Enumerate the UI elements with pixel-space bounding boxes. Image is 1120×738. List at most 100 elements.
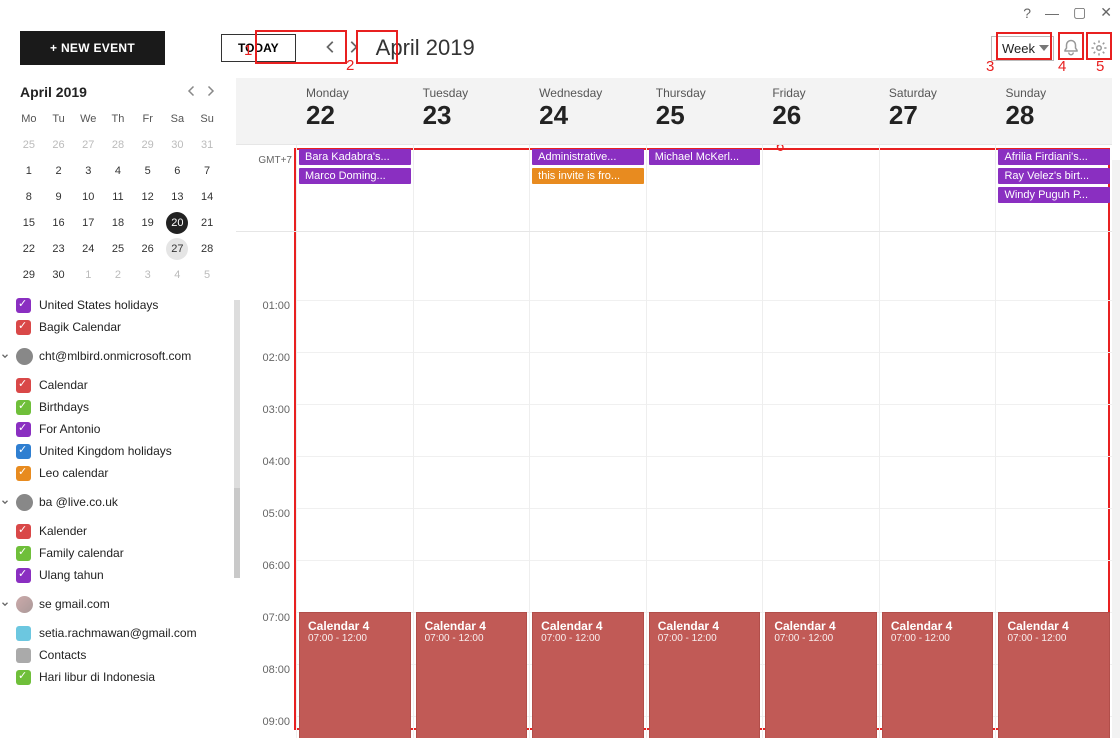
allday-column[interactable]: Bara Kadabra's...Marco Doming...: [296, 145, 413, 231]
day-column[interactable]: Calendar 407:00 - 12:00: [646, 232, 763, 738]
mini-day[interactable]: 17: [73, 210, 103, 236]
mini-day[interactable]: 4: [103, 158, 133, 184]
week-day-header[interactable]: Monday22: [296, 78, 413, 144]
calendar-item[interactable]: Birthdays: [16, 396, 236, 418]
mini-calendar-title[interactable]: April 2019: [20, 84, 87, 100]
mini-day[interactable]: 2: [103, 262, 133, 288]
allday-column[interactable]: Afrilia Firdiani's... Ray Velez's birt...…: [995, 145, 1112, 231]
mini-day[interactable]: 3: [133, 262, 163, 288]
minimize-icon[interactable]: —: [1045, 5, 1059, 21]
calendar-item[interactable]: Ulang tahun: [16, 564, 236, 586]
mini-day[interactable]: 13: [163, 184, 193, 210]
calendar-checkbox[interactable]: [16, 568, 31, 583]
calendar-checkbox[interactable]: [16, 466, 31, 481]
calendar-item[interactable]: Kalender: [16, 520, 236, 542]
mini-day[interactable]: 11: [103, 184, 133, 210]
week-day-header[interactable]: Friday26: [762, 78, 879, 144]
calendar-checkbox[interactable]: [16, 378, 31, 393]
settings-icon[interactable]: [1088, 37, 1110, 59]
mini-day[interactable]: 10: [73, 184, 103, 210]
mini-day[interactable]: 5: [192, 262, 222, 288]
mini-day[interactable]: 4: [163, 262, 193, 288]
calendar-checkbox[interactable]: [16, 524, 31, 539]
mini-day[interactable]: 5: [133, 158, 163, 184]
calendar-item[interactable]: United Kingdom holidays: [16, 440, 236, 462]
mini-day[interactable]: 9: [44, 184, 74, 210]
day-column[interactable]: Calendar 407:00 - 12:00: [296, 232, 413, 738]
day-column[interactable]: Calendar 407:00 - 12:00: [879, 232, 996, 738]
calendar-event-block[interactable]: Calendar 407:00 - 12:00: [649, 612, 761, 738]
mini-day[interactable]: 29: [133, 132, 163, 158]
mini-day[interactable]: 29: [14, 262, 44, 288]
mini-day[interactable]: 12: [133, 184, 163, 210]
mini-day[interactable]: 27: [73, 132, 103, 158]
week-day-header[interactable]: Tuesday23: [413, 78, 530, 144]
calendar-event-block[interactable]: Calendar 407:00 - 12:00: [882, 612, 994, 738]
mini-day[interactable]: 15: [14, 210, 44, 236]
account-header[interactable]: cht@mlbird.onmicrosoft.com: [0, 344, 236, 368]
week-day-header[interactable]: Saturday27: [879, 78, 996, 144]
mini-day[interactable]: 25: [14, 132, 44, 158]
calendar-event-block[interactable]: Calendar 407:00 - 12:00: [765, 612, 877, 738]
week-day-header[interactable]: Sunday28: [995, 78, 1112, 144]
mini-day[interactable]: 2: [44, 158, 74, 184]
allday-column[interactable]: Administrative...this invite is fro...: [529, 145, 646, 231]
day-column[interactable]: Calendar 407:00 - 12:00: [762, 232, 879, 738]
mini-day[interactable]: 8: [14, 184, 44, 210]
mini-day[interactable]: 28: [103, 132, 133, 158]
week-day-header[interactable]: Thursday25: [646, 78, 763, 144]
calendar-item[interactable]: Contacts: [16, 644, 236, 666]
allday-column[interactable]: [879, 145, 996, 231]
day-column[interactable]: Calendar 407:00 - 12:00: [529, 232, 646, 738]
allday-event[interactable]: Ray Velez's birt...: [998, 168, 1110, 184]
help-icon[interactable]: ?: [1023, 5, 1031, 21]
mini-day[interactable]: 1: [73, 262, 103, 288]
allday-event[interactable]: this invite is fro...: [532, 168, 644, 184]
allday-event[interactable]: Bara Kadabra's...: [299, 149, 411, 165]
calendar-checkbox[interactable]: [16, 320, 31, 335]
mini-prev-month[interactable]: [186, 85, 198, 100]
mini-day[interactable]: 1: [14, 158, 44, 184]
next-week-button[interactable]: [346, 40, 360, 57]
mini-day[interactable]: 18: [103, 210, 133, 236]
mini-day[interactable]: 16: [44, 210, 74, 236]
allday-column[interactable]: Michael McKerl...: [646, 145, 763, 231]
allday-event[interactable]: Windy Puguh P...: [998, 187, 1110, 203]
time-grid[interactable]: 01:0002:0003:0004:0005:0006:0007:0008:00…: [236, 232, 1112, 738]
allday-column[interactable]: [413, 145, 530, 231]
allday-event[interactable]: Afrilia Firdiani's...: [998, 149, 1110, 165]
calendar-event-block[interactable]: Calendar 407:00 - 12:00: [532, 612, 644, 738]
mini-day[interactable]: 3: [73, 158, 103, 184]
calendar-checkbox[interactable]: [16, 422, 31, 437]
mini-day[interactable]: 21: [192, 210, 222, 236]
mini-day[interactable]: 26: [133, 236, 163, 262]
calendar-item[interactable]: For Antonio: [16, 418, 236, 440]
mini-day[interactable]: 30: [44, 262, 74, 288]
day-column[interactable]: Calendar 407:00 - 12:00: [995, 232, 1112, 738]
allday-column[interactable]: [762, 145, 879, 231]
calendar-event-block[interactable]: Calendar 407:00 - 12:00: [416, 612, 528, 738]
today-button[interactable]: TODAY: [221, 34, 296, 62]
prev-week-button[interactable]: [324, 40, 338, 57]
mini-day[interactable]: 19: [133, 210, 163, 236]
account-header[interactable]: se gmail.com: [0, 592, 236, 616]
week-day-header[interactable]: Wednesday24: [529, 78, 646, 144]
mini-day[interactable]: 28: [192, 236, 222, 262]
mini-day[interactable]: 20: [163, 210, 193, 236]
mini-day[interactable]: 30: [163, 132, 193, 158]
new-event-button[interactable]: + NEW EVENT: [20, 31, 165, 65]
calendar-checkbox[interactable]: [16, 400, 31, 415]
mini-day[interactable]: 6: [163, 158, 193, 184]
calendar-item[interactable]: Leo calendar: [16, 462, 236, 484]
main-scrollbar[interactable]: [1112, 160, 1120, 738]
mini-day[interactable]: 27: [163, 236, 193, 262]
mini-day[interactable]: 14: [192, 184, 222, 210]
mini-day[interactable]: 23: [44, 236, 74, 262]
calendar-item[interactable]: setia.rachmawan@gmail.com: [16, 622, 236, 644]
calendar-event-block[interactable]: Calendar 407:00 - 12:00: [299, 612, 411, 738]
calendar-checkbox[interactable]: [16, 670, 31, 685]
calendar-checkbox[interactable]: [16, 444, 31, 459]
mini-day[interactable]: 25: [103, 236, 133, 262]
mini-calendar[interactable]: MoTuWeThFrSaSu25262728293031123456789101…: [0, 106, 236, 288]
calendar-item[interactable]: Calendar: [16, 374, 236, 396]
